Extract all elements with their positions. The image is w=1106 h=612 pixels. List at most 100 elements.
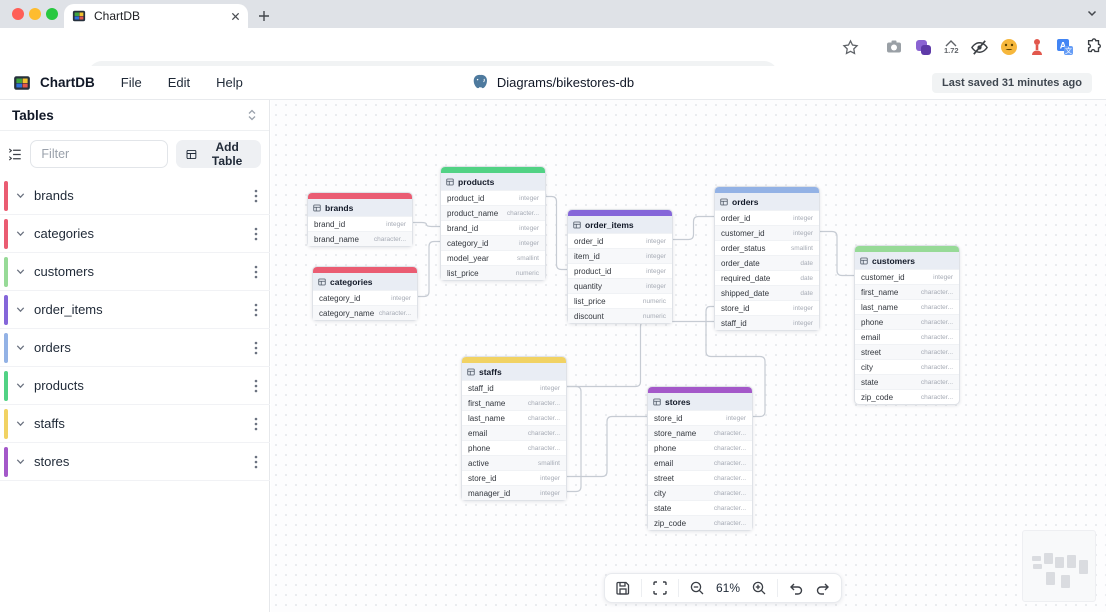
field-row-brand_name[interactable]: brand_namecharacter...: [308, 231, 412, 246]
mac-zoom-button[interactable]: [46, 8, 58, 20]
field-row-product_id[interactable]: product_idinteger: [568, 263, 672, 278]
table-node-header[interactable]: orders: [715, 193, 819, 210]
mac-close-button[interactable]: [12, 8, 24, 20]
chevron-down-icon[interactable]: [15, 418, 26, 429]
sidebar-item-staffs[interactable]: staffs: [0, 405, 270, 443]
diagram-canvas[interactable]: brandsbrand_idintegerbrand_namecharacter…: [271, 100, 1106, 612]
field-row-state[interactable]: statecharacter...: [855, 374, 959, 389]
item-menu-kebab-icon[interactable]: [254, 341, 258, 355]
sidebar-item-stores[interactable]: stores: [0, 443, 270, 481]
zoom-in-button[interactable]: [747, 576, 771, 600]
table-node-stores[interactable]: storesstore_idintegerstore_namecharacter…: [647, 386, 753, 531]
field-row-order_id[interactable]: order_idinteger: [568, 233, 672, 248]
item-menu-kebab-icon[interactable]: [254, 417, 258, 431]
chevron-down-icon[interactable]: [15, 228, 26, 239]
field-row-city[interactable]: citycharacter...: [648, 485, 752, 500]
field-row-email[interactable]: emailcharacter...: [462, 425, 566, 440]
field-row-customer_id[interactable]: customer_idinteger: [855, 269, 959, 284]
table-node-header[interactable]: categories: [313, 273, 417, 290]
field-row-staff_id[interactable]: staff_idinteger: [462, 380, 566, 395]
table-node-order_items[interactable]: order_itemsorder_idintegeritem_idinteger…: [567, 209, 673, 324]
relationship-edge[interactable]: [567, 417, 647, 477]
field-row-product_id[interactable]: product_idinteger: [441, 190, 545, 205]
field-row-model_year[interactable]: model_yearsmallint: [441, 250, 545, 265]
item-menu-kebab-icon[interactable]: [254, 379, 258, 393]
extensions-puzzle-icon[interactable]: [1085, 37, 1103, 57]
item-menu-kebab-icon[interactable]: [254, 227, 258, 241]
relationship-edge[interactable]: [567, 387, 581, 492]
relationship-edge[interactable]: [567, 322, 714, 387]
table-node-header[interactable]: order_items: [568, 216, 672, 233]
tab-search-chevron-icon[interactable]: [1086, 7, 1098, 19]
item-menu-kebab-icon[interactable]: [254, 189, 258, 203]
table-node-staffs[interactable]: staffsstaff_idintegerfirst_namecharacter…: [461, 356, 567, 501]
field-row-first_name[interactable]: first_namecharacter...: [855, 284, 959, 299]
purple-extension-icon[interactable]: [914, 37, 933, 57]
new-tab-button[interactable]: [254, 6, 274, 26]
table-node-products[interactable]: productsproduct_idintegerproduct_namecha…: [440, 166, 546, 281]
field-row-active[interactable]: activesmallint: [462, 455, 566, 470]
table-node-header[interactable]: staffs: [462, 363, 566, 380]
field-row-zip_code[interactable]: zip_codecharacter...: [648, 515, 752, 530]
chevron-down-icon[interactable]: [15, 342, 26, 353]
table-node-header[interactable]: brands: [308, 199, 412, 216]
sidebar-item-customers[interactable]: customers: [0, 253, 270, 291]
relationship-edge[interactable]: [418, 242, 440, 297]
field-row-staff_id[interactable]: staff_idinteger: [715, 315, 819, 330]
bookmark-star-icon[interactable]: [842, 37, 859, 57]
field-row-first_name[interactable]: first_namecharacter...: [462, 395, 566, 410]
table-node-customers[interactable]: customerscustomer_idintegerfirst_namecha…: [854, 245, 960, 405]
sidebar-item-orders[interactable]: orders: [0, 329, 270, 367]
field-row-email[interactable]: emailcharacter...: [855, 329, 959, 344]
table-node-categories[interactable]: categoriescategory_idintegercategory_nam…: [312, 266, 418, 321]
chevron-down-icon[interactable]: [15, 456, 26, 467]
chevron-down-icon[interactable]: [15, 266, 26, 277]
relationship-edge[interactable]: [820, 232, 854, 276]
field-row-store_name[interactable]: store_namecharacter...: [648, 425, 752, 440]
relationship-edge[interactable]: [673, 217, 714, 240]
field-row-street[interactable]: streetcharacter...: [855, 344, 959, 359]
minimap[interactable]: [1022, 530, 1096, 602]
add-table-button[interactable]: Add Table: [176, 140, 261, 168]
field-row-quantity[interactable]: quantityinteger: [568, 278, 672, 293]
sidebar-item-brands[interactable]: brands: [0, 177, 270, 215]
field-row-customer_id[interactable]: customer_idinteger: [715, 225, 819, 240]
field-row-list_price[interactable]: list_pricenumeric: [441, 265, 545, 280]
field-row-state[interactable]: statecharacter...: [648, 500, 752, 515]
save-button[interactable]: [611, 576, 635, 600]
menu-file[interactable]: File: [121, 75, 142, 90]
relationship-edge[interactable]: [546, 197, 567, 270]
field-row-brand_id[interactable]: brand_idinteger: [308, 216, 412, 231]
chevron-down-icon[interactable]: [15, 190, 26, 201]
item-menu-kebab-icon[interactable]: [254, 303, 258, 317]
relationship-edge[interactable]: [413, 223, 440, 227]
field-row-store_id[interactable]: store_idinteger: [462, 470, 566, 485]
field-row-city[interactable]: citycharacter...: [855, 359, 959, 374]
menu-help[interactable]: Help: [216, 75, 243, 90]
fit-view-button[interactable]: [648, 576, 672, 600]
table-node-brands[interactable]: brandsbrand_idintegerbrand_namecharacter…: [307, 192, 413, 247]
tables-sort-icon[interactable]: [247, 109, 257, 121]
field-row-phone[interactable]: phonecharacter...: [855, 314, 959, 329]
field-row-item_id[interactable]: item_idinteger: [568, 248, 672, 263]
translate-extension-icon[interactable]: A文: [1056, 37, 1074, 57]
undo-button[interactable]: [784, 576, 808, 600]
table-node-orders[interactable]: ordersorder_idintegercustomer_idintegero…: [714, 186, 820, 331]
field-row-zip_code[interactable]: zip_codecharacter...: [855, 389, 959, 404]
field-row-store_id[interactable]: store_idinteger: [648, 410, 752, 425]
zoom-level[interactable]: 61%: [712, 581, 744, 595]
field-row-category_id[interactable]: category_idinteger: [313, 290, 417, 305]
table-node-header[interactable]: stores: [648, 393, 752, 410]
breadcrumb[interactable]: Diagrams/bikestores-db: [472, 74, 634, 91]
field-row-phone[interactable]: phonecharacter...: [648, 440, 752, 455]
field-row-order_id[interactable]: order_idinteger: [715, 210, 819, 225]
field-row-shipped_date[interactable]: shipped_datedate: [715, 285, 819, 300]
field-row-list_price[interactable]: list_pricenumeric: [568, 293, 672, 308]
table-node-header[interactable]: customers: [855, 252, 959, 269]
field-row-order_date[interactable]: order_datedate: [715, 255, 819, 270]
smiley-extension-icon[interactable]: [1000, 37, 1018, 57]
sidebar-item-products[interactable]: products: [0, 367, 270, 405]
chevron-down-icon[interactable]: [15, 380, 26, 391]
red-figure-extension-icon[interactable]: [1029, 37, 1045, 57]
browser-tab[interactable]: ChartDB: [64, 4, 248, 28]
